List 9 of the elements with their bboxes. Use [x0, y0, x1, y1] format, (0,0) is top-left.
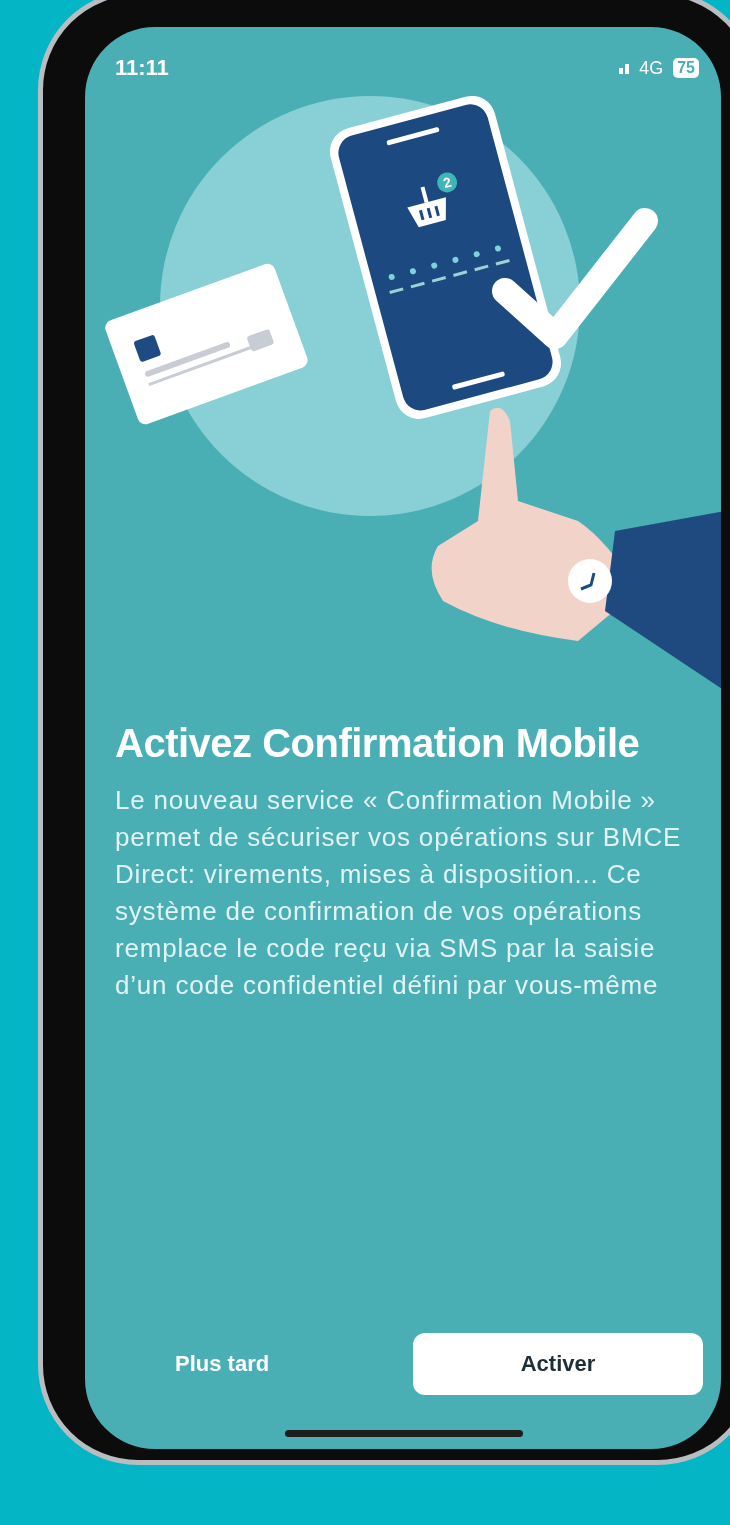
network-label: 4G [639, 57, 664, 79]
signal-icon [619, 62, 630, 74]
badge-count: 2 [437, 172, 458, 193]
battery-level: 75 [673, 58, 699, 78]
description-text: Le nouveau service « Confirmation Mobile » permet de sécuriser vos opérations sur BMCE Direct: virements, mises à disposition... Ce système de confirmation de vos opérations remplace le code reçu via SMS par la saisie d’un code confidentiel défini par vous-même [115, 784, 683, 1002]
status-time: 11:11 [115, 55, 169, 81]
activate-button[interactable]: Activer [413, 1333, 703, 1395]
screen-title: Activez Confirmation Mobile [115, 721, 641, 766]
checkmark-icon [492, 208, 658, 349]
